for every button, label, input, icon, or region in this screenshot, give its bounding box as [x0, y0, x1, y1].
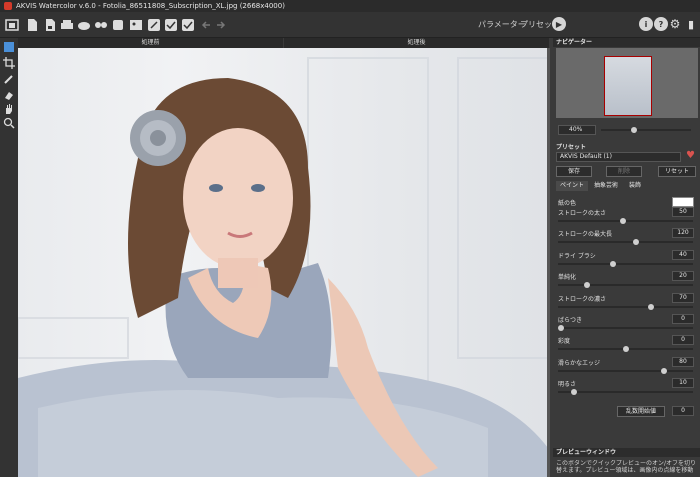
app-logo-icon	[4, 2, 12, 10]
param-label: ストロークの太さ	[558, 210, 607, 217]
param-label: ストロークの最大長	[558, 231, 613, 239]
param-slider-knob[interactable]	[648, 303, 655, 310]
info-icon[interactable]: i	[639, 17, 653, 31]
navigator-header: ナビゲーター	[553, 38, 700, 47]
navigator-preview[interactable]	[556, 48, 698, 118]
param-slider-knob[interactable]	[583, 282, 590, 289]
param-value-field[interactable]: 50	[672, 207, 694, 217]
home-icon[interactable]	[4, 17, 20, 33]
help-icon[interactable]: ?	[654, 17, 668, 31]
gear-icon[interactable]: ⚙	[668, 17, 682, 31]
param-value-field[interactable]: 80	[672, 356, 694, 367]
hand-icon[interactable]	[2, 102, 16, 116]
batch-icon[interactable]	[93, 17, 109, 33]
preset-reset-button[interactable]: リセット	[658, 166, 696, 177]
random-seed-button[interactable]: 乱数開始値	[617, 406, 665, 417]
title-bar: AKVIS Watercolor v.6.0 - Fotolia_8651180…	[0, 0, 700, 12]
param-label: ストロークの濃さ	[558, 295, 607, 303]
param-label: 彩度	[558, 338, 571, 346]
param-label: ドライ ブラシ	[558, 252, 596, 260]
window-title: AKVIS Watercolor v.6.0 - Fotolia_8651180…	[16, 2, 285, 10]
param-value-field[interactable]: 40	[672, 249, 694, 260]
open-file-icon[interactable]	[24, 17, 40, 33]
quick-preview-icon[interactable]	[2, 40, 16, 54]
left-toolbar	[0, 38, 18, 477]
param-slider-knob[interactable]	[622, 346, 629, 353]
tab-after[interactable]: 処理後	[284, 38, 550, 48]
param-label: 明るさ	[558, 381, 577, 389]
param-slider[interactable]	[558, 262, 693, 265]
tab-decoration[interactable]: 装飾	[625, 181, 645, 191]
param-value-field[interactable]: 120	[672, 228, 694, 239]
canvas-area: 処理前 処理後	[18, 38, 550, 477]
param-slider[interactable]	[558, 241, 693, 244]
plugin-icon[interactable]	[110, 17, 126, 33]
param-label: ばらつき	[558, 317, 583, 324]
eraser-icon[interactable]	[2, 88, 16, 102]
param-value-field[interactable]: 70	[672, 292, 694, 303]
preset-save-button[interactable]: 保存	[556, 166, 592, 177]
param-slider-knob[interactable]	[632, 239, 639, 246]
param-label: 紙の色	[558, 200, 577, 207]
tab-before[interactable]: 処理前	[18, 38, 284, 48]
zoom-icon[interactable]	[2, 116, 16, 130]
random-seed-value[interactable]: 0	[672, 406, 694, 416]
preset-select[interactable]: AKVIS Default (1)	[556, 152, 681, 162]
crop-icon[interactable]	[2, 56, 16, 70]
param-slider-knob[interactable]	[661, 367, 668, 374]
param-value-field[interactable]: 0	[672, 335, 694, 346]
settings-panel: ナビゲーター 40% プリセット AKVIS Default (1) ♥ 保存 …	[553, 38, 700, 477]
param-slider[interactable]	[558, 391, 693, 394]
zoom-select[interactable]: 40%	[558, 125, 596, 135]
param-value-field[interactable]: 10	[672, 378, 694, 389]
image-canvas[interactable]	[18, 48, 548, 477]
save-file-icon[interactable]	[42, 17, 58, 33]
portrait-photo	[18, 57, 548, 477]
favorite-heart-icon[interactable]: ♥	[686, 151, 696, 161]
param-slider-knob[interactable]	[558, 325, 564, 331]
param-label: 滑らかなエッジ	[558, 359, 601, 367]
canvas-scrollbar[interactable]	[547, 48, 550, 477]
preset-title: プリセット	[556, 144, 587, 151]
param-slider-knob[interactable]	[570, 389, 577, 396]
preset-delete-button[interactable]: 削除	[606, 166, 642, 177]
zoom-slider-knob[interactable]	[631, 127, 637, 133]
param-slider[interactable]	[558, 327, 693, 329]
zoom-slider[interactable]	[601, 129, 691, 131]
param-label: 単純化	[558, 274, 577, 282]
tab-paint[interactable]: ペイント	[556, 181, 588, 191]
share-icon[interactable]	[76, 17, 92, 33]
tab-abstract[interactable]: 抽象芸術	[590, 181, 622, 191]
param-value-field[interactable]: 0	[672, 314, 694, 324]
paper-color-swatch[interactable]	[672, 197, 694, 207]
param-slider[interactable]	[558, 369, 693, 372]
param-slider-knob[interactable]	[609, 260, 616, 267]
param-value-field[interactable]: 20	[672, 271, 694, 282]
before-after-tabs: 処理前 処理後	[18, 38, 550, 48]
check-tool-icon[interactable]	[163, 17, 179, 33]
check-all-icon[interactable]	[180, 17, 196, 33]
param-slider[interactable]	[558, 284, 693, 287]
run-play-icon[interactable]: ▶	[552, 17, 566, 31]
param-slider[interactable]	[558, 305, 693, 308]
redo-icon[interactable]	[212, 17, 228, 33]
preview-window-header: プレビューウィンドウ	[553, 448, 700, 457]
edit-brush-icon[interactable]	[146, 17, 162, 33]
notification-icon[interactable]: ▮	[684, 17, 698, 31]
navigator-thumbnail[interactable]	[604, 56, 652, 116]
preview-window-text: このボタンでクイックプレビューのオン/オフを切り替えます。プレビュー領域は、画像…	[556, 460, 697, 474]
params-button[interactable]: パラメーター	[478, 19, 526, 30]
main-toolbar: パラメーター プリセット ▶ i ? ⚙ ▮	[0, 12, 700, 38]
image-settings-icon[interactable]	[128, 17, 144, 33]
stroke-direction-icon[interactable]	[2, 72, 16, 86]
print-icon[interactable]	[59, 17, 75, 33]
param-slider-knob[interactable]	[619, 218, 626, 224]
